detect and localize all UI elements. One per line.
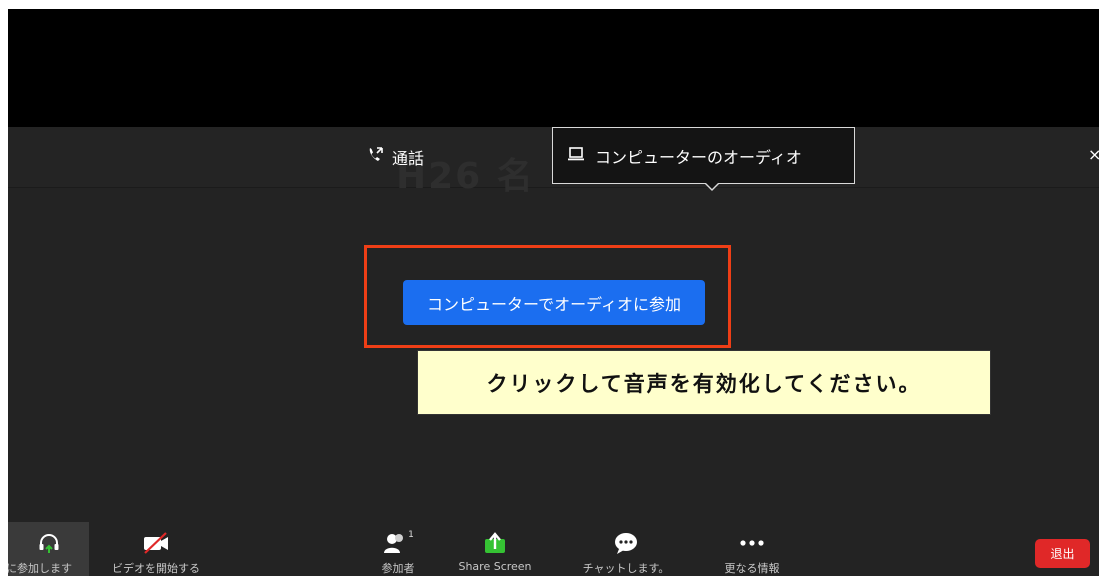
tab-pointer-fill (705, 182, 719, 189)
chat-button[interactable]: チャットします。 (568, 522, 684, 576)
participants-count-badge: 1 (408, 530, 414, 540)
more-dots-icon (739, 528, 765, 558)
tab-computer-audio[interactable]: コンピューターのオーディオ (552, 127, 855, 184)
join-computer-audio-button[interactable]: コンピューターでオーディオに参加 (403, 280, 705, 325)
headphones-icon (37, 528, 61, 558)
annotation-callout: クリックして音声を有効化してください。 (417, 350, 991, 415)
chat-icon (613, 528, 639, 558)
leave-meeting-button[interactable]: 退出 (1035, 539, 1090, 568)
tab-computer-label: コンピューターのオーディオ (595, 147, 802, 167)
share-screen-icon (482, 528, 508, 558)
tab-phone-label: 通話 (392, 149, 425, 168)
share-screen-button[interactable]: Share Screen (455, 522, 535, 576)
more-label: 更なる情報 (724, 562, 780, 575)
participants-label: 参加者 (381, 562, 415, 575)
start-video-label: ビデオを開始する (112, 562, 200, 575)
phone-icon (366, 146, 384, 168)
participants-button[interactable]: 1 参加者 (363, 522, 433, 576)
more-button[interactable]: 更なる情報 (712, 522, 792, 576)
audio-join-dialog: H26 名 通話 コンピューターのオーディオ × コンピューターでオーディオに参… (8, 127, 1099, 576)
meeting-window: H26 名 通話 コンピューターのオーディオ × コンピューターでオーディオに参… (8, 9, 1099, 576)
tab-phone-call[interactable]: 通話 (366, 145, 424, 169)
join-audio-button[interactable]: 声に参加します (8, 522, 89, 576)
video-off-icon (141, 528, 171, 558)
video-area (8, 9, 1099, 127)
start-video-button[interactable]: ビデオを開始する (112, 522, 200, 576)
chat-label: チャットします。 (582, 562, 670, 575)
meeting-toolbar: 声に参加します ビデオを開始する (8, 522, 1099, 576)
share-screen-label: Share Screen (458, 560, 532, 573)
join-audio-label: 声に参加します (8, 562, 72, 575)
participants-icon: 1 (383, 528, 414, 558)
dialog-header: H26 名 通話 コンピューターのオーディオ × (8, 127, 1099, 197)
laptop-icon (567, 146, 585, 166)
close-icon[interactable]: × (1088, 145, 1099, 164)
